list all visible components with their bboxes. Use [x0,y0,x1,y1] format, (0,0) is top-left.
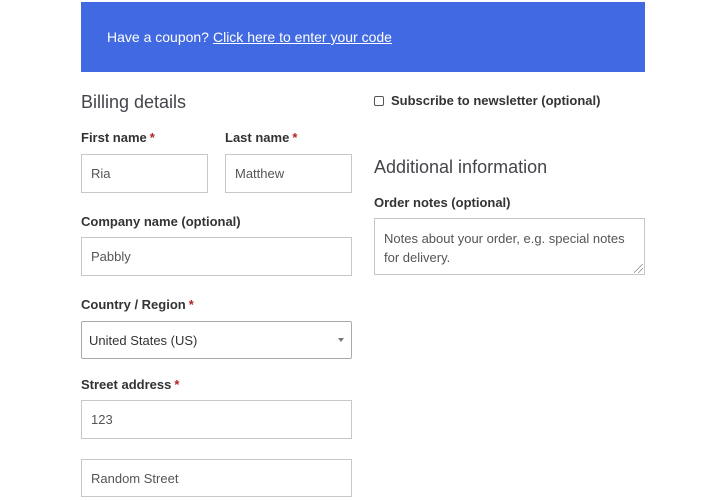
required-mark: * [292,130,298,145]
country-region-select[interactable]: United States (US) [81,321,352,359]
enter-coupon-link[interactable]: Click here to enter your code [213,29,392,45]
newsletter-label: Subscribe to newsletter (optional) [391,93,601,108]
first-name-input[interactable]: Ria [81,154,208,193]
street-address-line2-input[interactable]: Random Street [81,459,352,497]
last-name-input[interactable]: Matthew [225,154,352,193]
required-mark: * [188,297,194,312]
order-notes-placeholder: Notes about your order, e.g. special not… [384,231,625,265]
newsletter-checkbox[interactable] [374,95,384,106]
required-mark: * [174,377,180,392]
country-selected-value: United States (US) [89,332,198,348]
first-name-label: First name * [81,130,155,145]
newsletter-option[interactable]: Subscribe to newsletter (optional) [374,93,600,108]
coupon-notice: Have a coupon? Click here to enter your … [81,2,645,72]
street-address-line1-input[interactable]: 123 [81,400,352,439]
street-address-label: Street address * [81,377,180,392]
last-name-label: Last name * [225,130,298,145]
company-name-label: Company name (optional) [81,214,241,229]
order-notes-label: Order notes (optional) [374,195,511,210]
dropdown-arrow-icon [338,338,344,342]
company-name-input[interactable]: Pabbly [81,237,352,276]
country-region-label: Country / Region * [81,297,194,312]
resize-handle-icon[interactable] [634,264,643,273]
order-notes-textarea[interactable]: Notes about your order, e.g. special not… [374,218,645,275]
billing-details-title: Billing details [81,92,187,112]
required-mark: * [149,130,155,145]
additional-information-title: Additional information [374,157,548,177]
coupon-prompt: Have a coupon? [107,29,209,45]
